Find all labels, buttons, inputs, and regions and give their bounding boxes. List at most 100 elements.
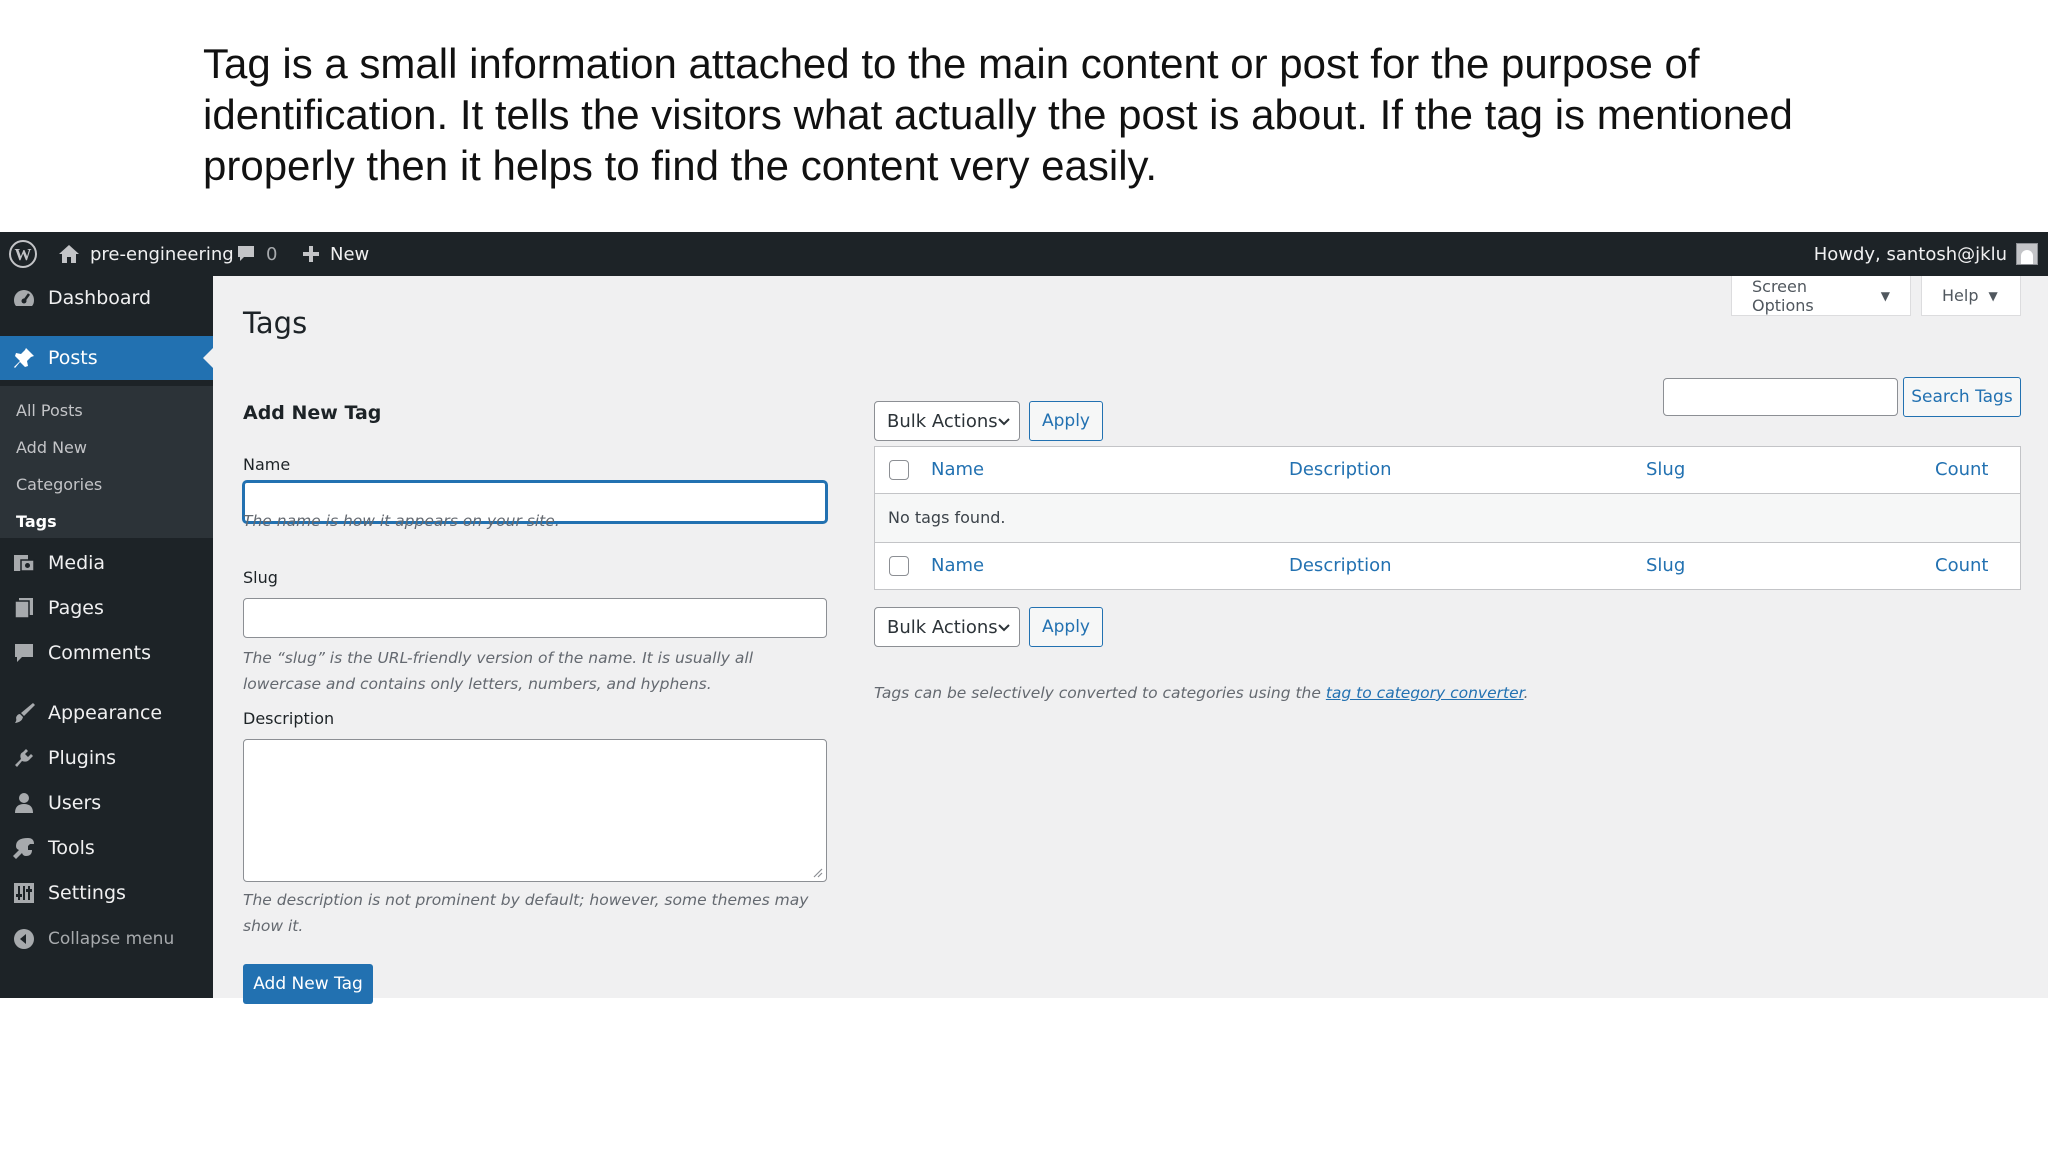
column-header-count[interactable]: Count <box>1935 459 1988 480</box>
sidebar-item-label: Users <box>48 792 102 814</box>
howdy-text: Howdy, santosh@jklu <box>1813 243 2007 265</box>
admin-bar: W pre-engineering 0 New Howdy, santosh@j… <box>0 232 2048 276</box>
collapse-menu-label: Collapse menu <box>48 929 175 949</box>
select-all-checkbox-footer[interactable] <box>889 556 909 576</box>
search-tags-button[interactable]: Search Tags <box>1903 377 2021 417</box>
sidebar-item-label: Appearance <box>48 702 163 724</box>
comments-count: 0 <box>266 243 278 265</box>
sidebar-item-pages[interactable]: Pages <box>0 586 213 630</box>
help-button[interactable]: Help ▼ <box>1921 276 2021 316</box>
screen-options-label: Screen Options <box>1752 276 1814 315</box>
page-title: Tags <box>243 306 308 340</box>
dashboard-gauge-icon <box>14 290 34 306</box>
sidebar-item-media[interactable]: Media <box>0 541 213 585</box>
bulk-actions-label: Bulk Actions <box>887 410 998 432</box>
user-icon <box>15 793 33 813</box>
tag-to-category-converter-link[interactable]: tag to category converter <box>1326 684 1524 702</box>
media-icon <box>14 555 35 572</box>
sidebar-item-label: Tools <box>48 837 95 859</box>
collapse-arrow-icon <box>14 929 34 949</box>
column-header-name[interactable]: Name <box>931 459 984 480</box>
table-footer: Name Description Slug Count <box>875 542 2020 589</box>
caret-down-icon: ▼ <box>1880 288 1890 303</box>
comment-bubble-icon <box>15 644 33 662</box>
description-textarea[interactable] <box>243 739 827 882</box>
sidebar-item-appearance[interactable]: Appearance <box>0 691 213 735</box>
name-help-text: The name is how it appears on your site. <box>243 512 560 530</box>
submenu-item-add-new[interactable]: Add New <box>16 438 87 457</box>
sidebar-item-users[interactable]: Users <box>0 781 213 825</box>
plus-icon <box>303 246 319 262</box>
plug-icon <box>15 749 33 767</box>
paintbrush-icon <box>15 703 35 723</box>
bulk-actions-select-bottom[interactable]: Bulk Actions <box>874 607 1020 647</box>
slide-caption: Tag is a small information attached to t… <box>203 40 1793 189</box>
sidebar-item-label: Media <box>48 552 106 574</box>
sidebar-item-tools[interactable]: Tools <box>0 826 213 870</box>
avatar <box>2016 243 2038 265</box>
help-label: Help <box>1942 286 1979 305</box>
tags-table: Name Description Slug Count No tags foun… <box>874 446 2021 590</box>
select-all-checkbox[interactable] <box>889 460 909 480</box>
comment-bubble-icon <box>238 246 254 261</box>
wordpress-logo-button[interactable]: W <box>8 232 38 276</box>
column-header-description[interactable]: Description <box>1289 459 1392 480</box>
new-content-button[interactable]: New <box>302 232 369 276</box>
converter-note-suffix: . <box>1523 684 1529 702</box>
converter-note: Tags can be selectively converted to cat… <box>874 684 1529 702</box>
column-footer-slug[interactable]: Slug <box>1646 555 1685 576</box>
home-icon <box>59 245 79 263</box>
main-content: Screen Options ▼ Help ▼ Tags Search Tags… <box>213 276 2048 1004</box>
caret-down-icon: ▼ <box>1988 288 1998 303</box>
collapse-menu-button[interactable]: Collapse menu <box>0 917 213 961</box>
sidebar-item-label: Plugins <box>48 747 117 769</box>
apply-button-top[interactable]: Apply <box>1029 401 1103 441</box>
sidebar-item-plugins[interactable]: Plugins <box>0 736 213 780</box>
submenu-item-categories[interactable]: Categories <box>16 475 102 494</box>
sidebar-item-posts[interactable]: Posts <box>0 336 213 380</box>
sidebar-item-label: Dashboard <box>48 287 152 309</box>
submenu-item-tags[interactable]: Tags <box>16 512 57 531</box>
posts-submenu: All Posts Add New Categories Tags <box>0 386 213 538</box>
site-name: pre-engineering <box>90 243 234 265</box>
sidebar-item-settings[interactable]: Settings <box>0 871 213 915</box>
slug-input[interactable] <box>243 598 827 638</box>
search-tags-input[interactable] <box>1663 378 1898 416</box>
settings-sliders-icon <box>14 883 34 903</box>
column-footer-name[interactable]: Name <box>931 555 984 576</box>
converter-note-text: Tags can be selectively converted to cat… <box>874 684 1326 702</box>
sidebar-item-dashboard[interactable]: Dashboard <box>0 276 213 320</box>
add-new-tag-button[interactable]: Add New Tag <box>243 964 373 1004</box>
account-menu[interactable]: Howdy, santosh@jklu <box>1814 232 2038 276</box>
wordpress-logo-icon: W <box>9 240 37 268</box>
add-new-tag-heading: Add New Tag <box>243 402 382 424</box>
resize-grip-icon[interactable] <box>811 866 823 878</box>
bulk-actions-select-top[interactable]: Bulk Actions <box>874 401 1020 441</box>
sidebar-item-comments[interactable]: Comments <box>0 631 213 675</box>
sidebar-item-label: Settings <box>48 882 126 904</box>
slug-label: Slug <box>243 568 278 587</box>
screen-options-button[interactable]: Screen Options ▼ <box>1731 276 1911 316</box>
table-row: No tags found. <box>875 494 2020 542</box>
site-name-link[interactable]: pre-engineering <box>58 232 234 276</box>
description-help-text: The description is not prominent by defa… <box>243 891 809 935</box>
description-label: Description <box>243 709 335 728</box>
no-tags-message: No tags found. <box>888 508 1006 527</box>
apply-button-bottom[interactable]: Apply <box>1029 607 1103 647</box>
name-label: Name <box>243 455 291 474</box>
svg-text:W: W <box>15 245 32 264</box>
pages-icon <box>14 598 33 619</box>
comments-link[interactable]: 0 <box>236 232 277 276</box>
slug-help-text: The “slug” is the URL-friendly version o… <box>243 649 754 693</box>
table-header: Name Description Slug Count <box>875 447 2020 494</box>
sidebar-item-label: Pages <box>48 597 104 619</box>
admin-sidebar: Dashboard Posts All Posts Add New Catego… <box>0 276 213 998</box>
column-footer-description[interactable]: Description <box>1289 555 1392 576</box>
column-header-slug[interactable]: Slug <box>1646 459 1685 480</box>
wrench-icon <box>13 838 34 859</box>
submenu-item-all-posts[interactable]: All Posts <box>16 401 83 420</box>
chevron-down-icon <box>998 418 1010 426</box>
sidebar-item-label: Comments <box>48 642 151 664</box>
bulk-actions-label: Bulk Actions <box>887 616 998 638</box>
column-footer-count[interactable]: Count <box>1935 555 1988 576</box>
